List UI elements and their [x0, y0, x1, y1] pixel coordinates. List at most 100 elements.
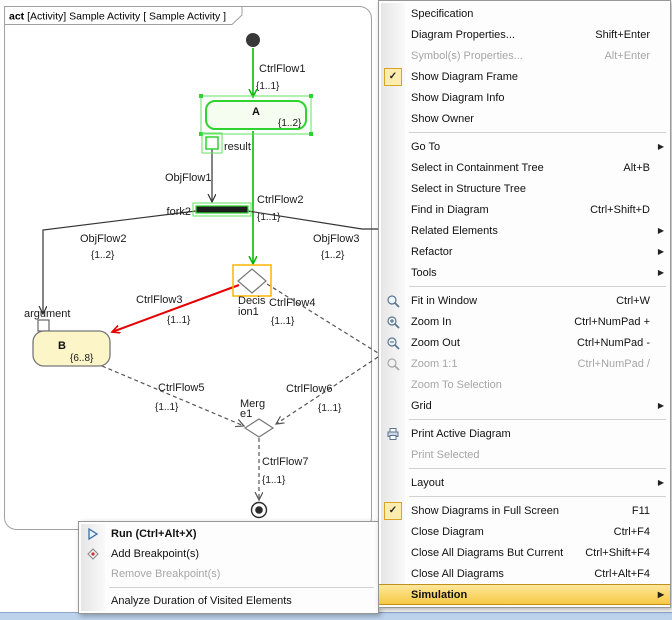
menu-item-grid[interactable]: Grid ▶ [379, 395, 670, 416]
menu-item-refactor[interactable]: Refactor ▶ [379, 241, 670, 262]
menu-item-show-diagrams-in-full-screen[interactable]: ✓ Show Diagrams in Full Screen F11 [379, 500, 670, 521]
menu-item-close-all-diagrams[interactable]: Close All Diagrams Ctrl+Alt+F4 [379, 563, 670, 584]
menu-separator [409, 496, 666, 497]
menu-item-label: Fit in Window [411, 295, 606, 307]
menu-item-label: Close All Diagrams [411, 568, 584, 580]
menu-item-simulation[interactable]: Simulation ▶ [379, 584, 670, 605]
menu-item-close-all-diagrams-but-current[interactable]: Close All Diagrams But Current Ctrl+Shif… [379, 542, 670, 563]
flow-label: CtrlFlow4 [269, 297, 315, 309]
application-window: act [Activity] Sample Activity [ Sample … [0, 0, 672, 620]
menu-item-print-selected: Print Selected [379, 444, 670, 465]
action-name: A [252, 106, 260, 118]
flow-mult: {1..1} [256, 81, 280, 92]
flow-label: CtrlFlow3 [136, 294, 182, 306]
action-a[interactable]: A {1..2} [199, 94, 313, 136]
menu-item-label: Analyze Duration of Visited Elements [111, 595, 358, 607]
submenu-arrow-icon: ▶ [658, 268, 664, 277]
menu-item-label: Select in Containment Tree [411, 162, 613, 174]
menu-item-label: Show Diagram Frame [411, 71, 640, 83]
menu-item-show-diagram-info[interactable]: Show Diagram Info [379, 87, 670, 108]
menu-item-find-in-diagram[interactable]: Find in Diagram Ctrl+Shift+D [379, 199, 670, 220]
flow-mult: {1..1} [257, 212, 281, 223]
menu-item-label: Show Owner [411, 113, 650, 125]
menu-item-shortcut: Ctrl+NumPad / [578, 358, 650, 370]
flow-mult: {1..2} [321, 250, 345, 261]
menu-item-shortcut: Ctrl+F4 [614, 526, 650, 538]
pin-label: argument [24, 308, 70, 320]
check-icon: ✓ [384, 68, 402, 86]
flow-label: CtrlFlow7 [262, 456, 308, 468]
zoom-in-icon [384, 313, 402, 331]
zoom-out-icon [384, 334, 402, 352]
diagram-tab-title: act [Activity] Sample Activity [ Sample … [9, 11, 226, 23]
menu-item-shortcut: Shift+Enter [595, 29, 650, 41]
submenu-item-remove-breakpoints: Remove Breakpoint(s) [79, 564, 378, 584]
flow-label: CtrlFlow5 [158, 382, 204, 394]
flow-mult: {1..2} [91, 250, 115, 261]
menu-item-label: Show Diagrams in Full Screen [411, 505, 622, 517]
menu-item-layout[interactable]: Layout ▶ [379, 472, 670, 493]
check-icon: ✓ [384, 502, 402, 520]
flow-label: ObjFlow3 [313, 233, 359, 245]
menu-item-label: Layout [411, 477, 650, 489]
menu-separator [409, 468, 666, 469]
menu-item-label: Related Elements [411, 225, 650, 237]
menu-item-shortcut: F11 [632, 505, 650, 517]
flow-label: ObjFlow1 [165, 172, 211, 184]
flow-label: CtrlFlow6 [286, 383, 332, 395]
menu-item-tools[interactable]: Tools ▶ [379, 262, 670, 283]
menu-item-go-to[interactable]: Go To ▶ [379, 136, 670, 157]
merge-label-line2: e1 [240, 408, 252, 420]
action-b[interactable]: B {6..8} [33, 331, 110, 366]
menu-item-label: Symbol(s) Properties... [411, 50, 594, 62]
action-name: B [58, 340, 66, 352]
menu-separator [409, 286, 666, 287]
menu-item-zoom-in[interactable]: Zoom In Ctrl+NumPad + [379, 311, 670, 332]
menu-item-close-diagram[interactable]: Close Diagram Ctrl+F4 [379, 521, 670, 542]
menu-item-select-in-structure-tree[interactable]: Select in Structure Tree [379, 178, 670, 199]
activity-final-node[interactable] [252, 503, 267, 518]
simulation-submenu: Run (Ctrl+Alt+X) Add Breakpoint(s) Remov… [78, 521, 379, 614]
menu-item-fit-in-window[interactable]: Fit in Window Ctrl+W [379, 290, 670, 311]
menu-item-shortcut: Alt+B [623, 162, 650, 174]
flow-mult: {1..1} [271, 316, 295, 327]
menu-item-label: Find in Diagram [411, 204, 580, 216]
menu-item-label: Go To [411, 141, 650, 153]
zoom-1-1-icon [384, 355, 402, 373]
submenu-item-run[interactable]: Run (Ctrl+Alt+X) [79, 524, 378, 544]
flow-label: ObjFlow2 [80, 233, 126, 245]
flow-mult: {1..1} [155, 402, 179, 413]
menu-item-label: Specification [411, 8, 640, 20]
action-multiplicity: {1..2} [278, 118, 302, 129]
submenu-item-add-breakpoints[interactable]: Add Breakpoint(s) [79, 544, 378, 564]
menu-item-label: Grid [411, 400, 650, 412]
menu-item-label: Close Diagram [411, 526, 604, 538]
run-icon [84, 525, 102, 543]
submenu-arrow-icon: ▶ [658, 590, 664, 599]
menu-item-label: Zoom Out [411, 337, 567, 349]
menu-item-show-diagram-frame[interactable]: ✓ Show Diagram Frame [379, 66, 670, 87]
flow-mult: {1..1} [318, 403, 342, 414]
submenu-arrow-icon: ▶ [658, 142, 664, 151]
menu-item-show-owner[interactable]: Show Owner [379, 108, 670, 129]
menu-item-related-elements[interactable]: Related Elements ▶ [379, 220, 670, 241]
initial-node[interactable] [246, 33, 260, 47]
submenu-arrow-icon: ▶ [658, 401, 664, 410]
menu-item-zoom-out[interactable]: Zoom Out Ctrl+NumPad - [379, 332, 670, 353]
menu-item-specification[interactable]: Specification [379, 3, 670, 24]
decision-label-line2: ion1 [238, 306, 259, 318]
menu-item-shortcut: Ctrl+NumPad + [574, 316, 650, 328]
flow-label: CtrlFlow1 [259, 63, 305, 75]
menu-item-label: Simulation [411, 589, 650, 601]
menu-item-select-in-containment-tree[interactable]: Select in Containment Tree Alt+B [379, 157, 670, 178]
printer-icon [384, 425, 402, 443]
menu-item-print-active-diagram[interactable]: Print Active Diagram [379, 423, 670, 444]
menu-item-diagram-properties[interactable]: Diagram Properties... Shift+Enter [379, 24, 670, 45]
submenu-arrow-icon: ▶ [658, 226, 664, 235]
menu-item-shortcut: Ctrl+W [616, 295, 650, 307]
flow-label: CtrlFlow2 [257, 194, 303, 206]
submenu-item-analyze-duration[interactable]: Analyze Duration of Visited Elements [79, 591, 378, 611]
zoom-fit-icon [384, 292, 402, 310]
menu-item-shortcut: Ctrl+Shift+D [590, 204, 650, 216]
menu-item-shortcut: Alt+Enter [604, 50, 650, 62]
